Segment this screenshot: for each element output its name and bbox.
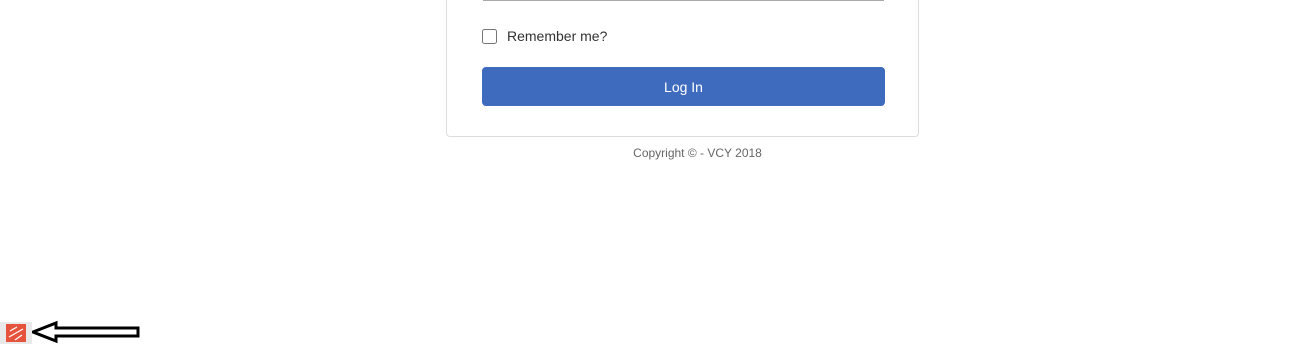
remember-me-checkbox[interactable] (482, 28, 497, 44)
app-logo-icon (6, 324, 26, 342)
login-page: Remember me? Log In Copyright © - VCY 20… (0, 0, 1302, 344)
log-in-button[interactable]: Log In (482, 67, 885, 106)
password-field-bottom-edge[interactable] (483, 0, 884, 1)
left-arrow-icon (32, 320, 140, 344)
remember-me-row[interactable]: Remember me? (482, 27, 607, 45)
app-icon[interactable] (0, 322, 32, 344)
remember-me-label[interactable]: Remember me? (507, 27, 607, 45)
copyright-text: Copyright © - VCY 2018 (633, 146, 762, 160)
